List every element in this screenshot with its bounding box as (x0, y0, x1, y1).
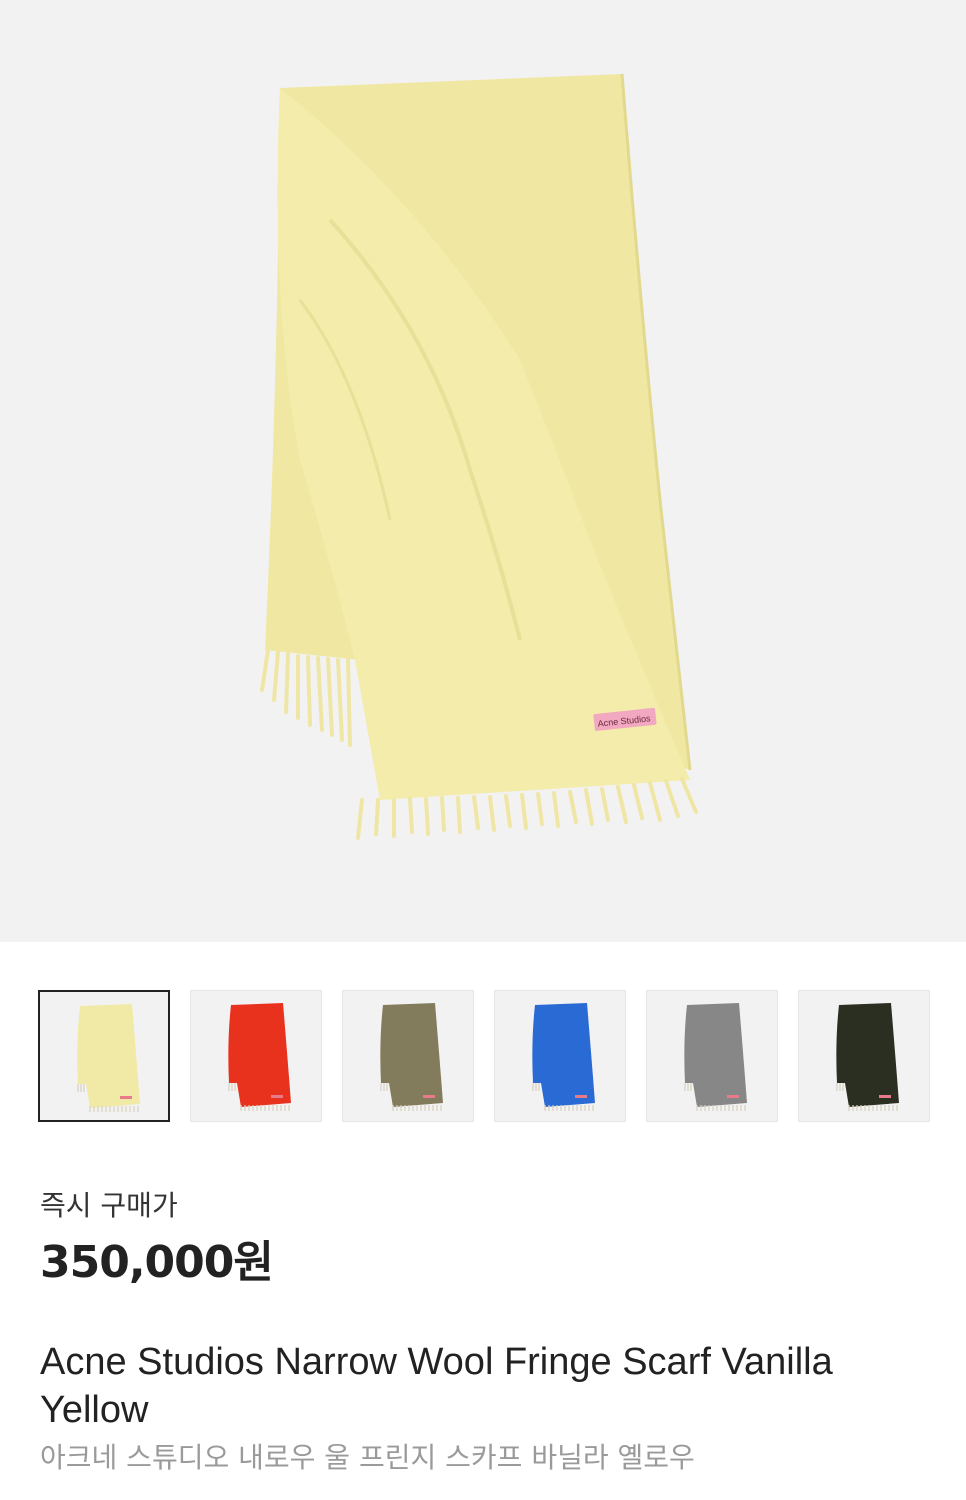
scarf-thumbnail-image (380, 1003, 443, 1111)
color-thumbnail[interactable] (190, 990, 322, 1122)
scarf-thumbnail-image (532, 1003, 595, 1111)
scarf-thumbnail-image (228, 1003, 291, 1111)
scarf-thumbnail-image (836, 1003, 899, 1111)
product-name-en: Acne Studios Narrow Wool Fringe Scarf Va… (40, 1341, 833, 1431)
color-thumbnail[interactable] (646, 990, 778, 1122)
color-thumbnail[interactable] (38, 990, 170, 1122)
product-hero-image[interactable]: Acne Studios (0, 0, 966, 942)
color-thumbnail[interactable] (798, 990, 930, 1122)
scarf-image: Acne Studios (260, 73, 698, 840)
color-thumbnail-strip[interactable] (38, 990, 966, 1122)
price-label: 즉시 구매가 (40, 1189, 178, 1222)
price-value: 350,000원 (40, 1237, 274, 1288)
scarf-thumbnail-image (77, 1004, 140, 1112)
product-name-ko: 아크네 스튜디오 내로우 울 프린지 스카프 바닐라 옐로우 (40, 1441, 695, 1474)
scarf-thumbnail-image (684, 1003, 747, 1111)
color-thumbnail[interactable] (494, 990, 626, 1122)
color-thumbnail[interactable] (342, 990, 474, 1122)
